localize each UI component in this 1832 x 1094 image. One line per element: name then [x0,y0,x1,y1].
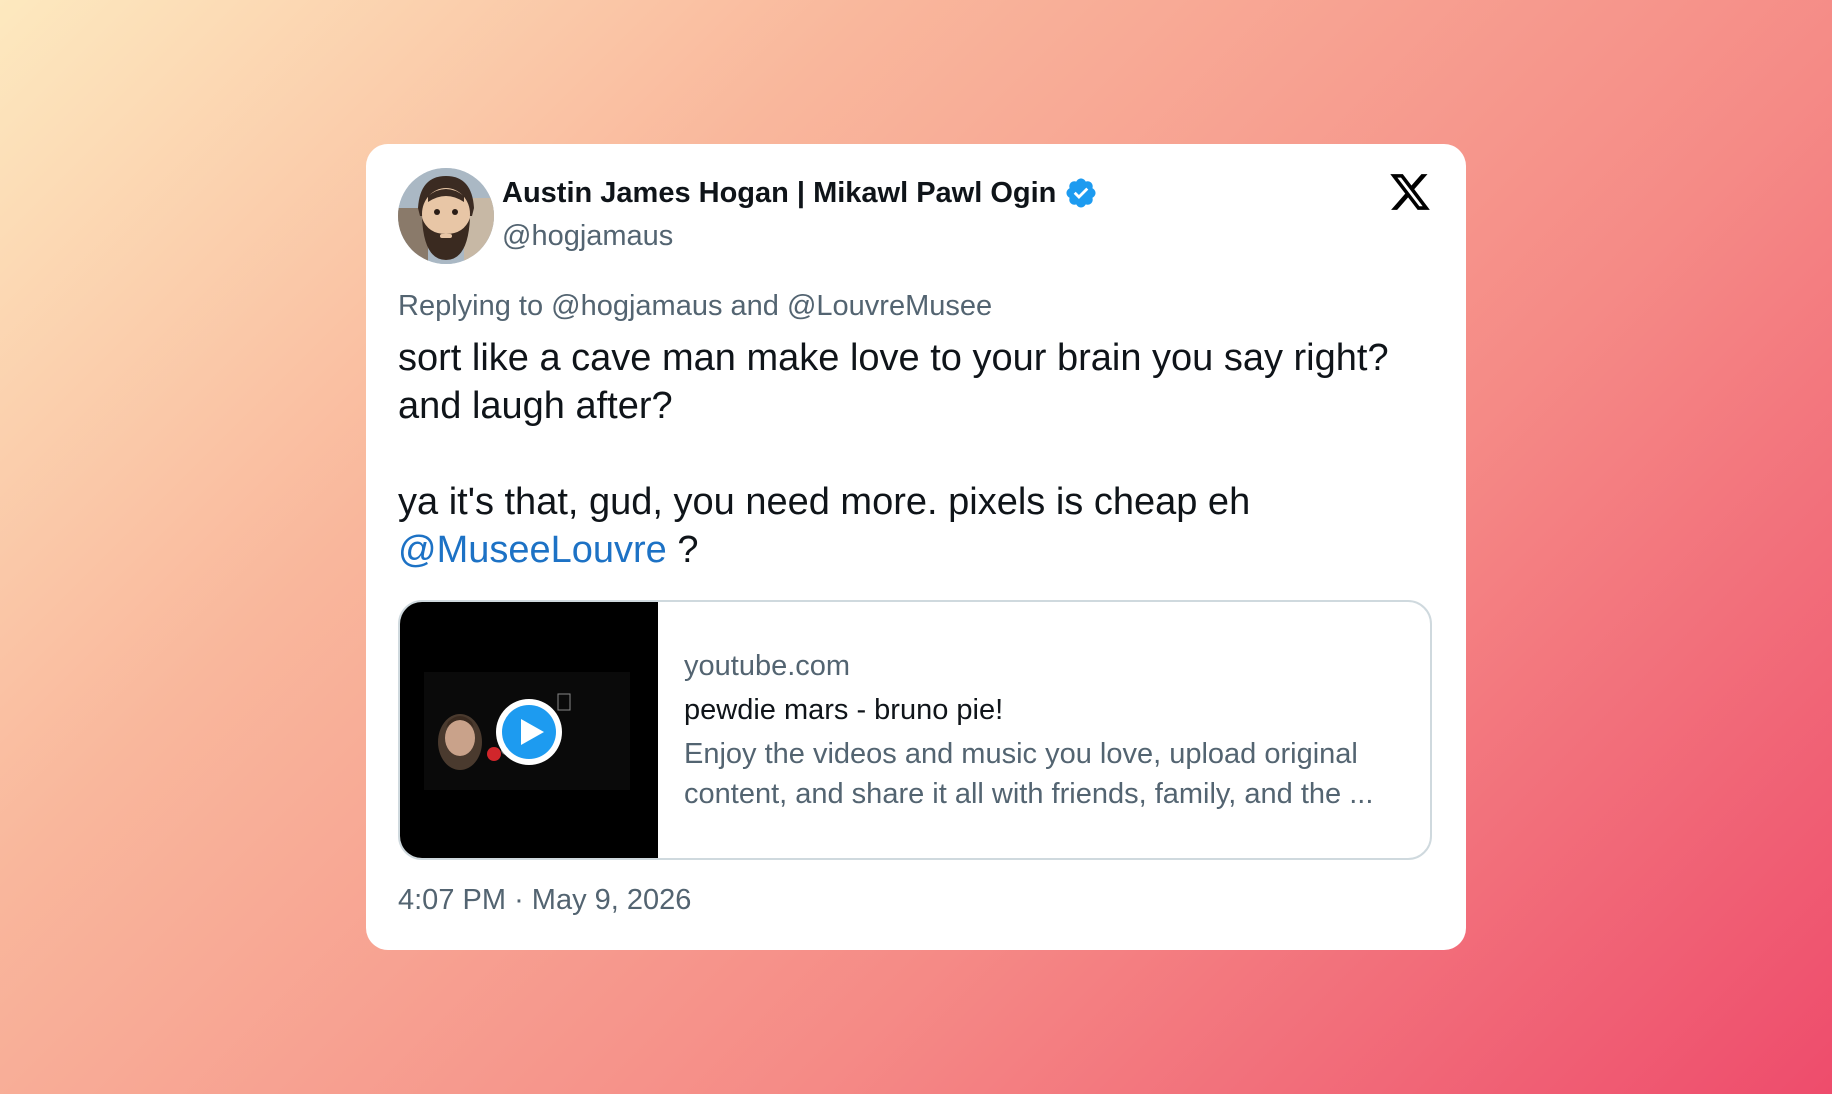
replying-to: Replying to @hogjamaus and @LouvreMusee [398,290,992,323]
x-logo-icon[interactable] [1388,170,1432,214]
link-domain: youtube.com [684,650,851,682]
tweet-card: Austin James Hogan | Mikawl Pawl Ogin @h… [366,144,1466,950]
tweet-line-2-text: ya it's that, gud, you need more. pixels… [398,481,1251,523]
time: 4:07 PM [398,884,506,916]
timestamp-separator: · [514,884,524,916]
play-button-icon[interactable] [494,697,564,767]
verified-badge-icon [1066,178,1096,208]
reply-user-2[interactable]: @LouvreMusee [787,290,992,322]
timestamp[interactable]: 4:07 PM · May 9, 2026 [398,884,691,917]
reply-user-1[interactable]: @hogjamaus [551,290,722,322]
reply-conjunction: and [730,290,779,322]
link-preview-card[interactable]: youtube.com pewdie mars - bruno pie! Enj… [398,600,1432,860]
video-thumbnail[interactable] [400,602,658,858]
date: May 9, 2026 [531,884,692,916]
tweet-trailing: ? [666,529,699,571]
avatar[interactable] [398,168,494,264]
display-name-text: Austin James Hogan | Mikawl Pawl Ogin [502,176,1057,209]
replying-prefix: Replying to [398,290,544,322]
link-description: Enjoy the videos and music you love, upl… [684,738,1374,810]
mention-link[interactable]: @MuseeLouvre [398,529,667,571]
link-info: youtube.com pewdie mars - bruno pie! Enj… [658,602,1420,858]
user-handle[interactable]: @hogjamaus [502,220,673,253]
tweet-line-1: sort like a cave man make love to your b… [398,337,1389,427]
link-title[interactable]: pewdie mars - bruno pie! [684,690,1394,730]
bearded-man-avatar-icon [398,168,494,264]
tweet-line-2: ya it's that, gud, you need more. pixels… [398,478,1438,574]
tweet-text: sort like a cave man make love to your b… [398,334,1438,574]
display-name[interactable]: Austin James Hogan | Mikawl Pawl Ogin [502,176,1098,210]
